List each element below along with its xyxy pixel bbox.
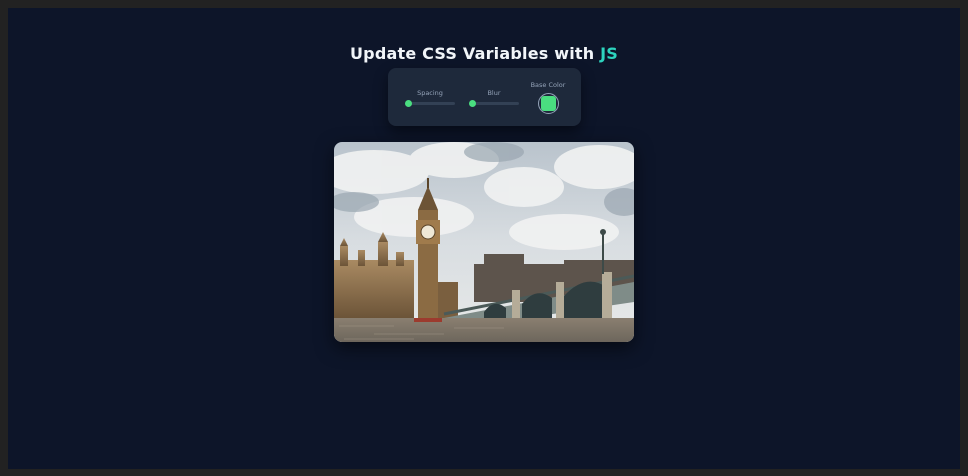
spacing-label: Spacing [417,89,443,97]
base-color-swatch [541,96,556,111]
blur-label: Blur [487,89,501,97]
page-title-text: Update CSS Variables with [349,44,601,63]
blur-slider-thumb[interactable] [468,100,476,107]
base-color-picker[interactable] [538,93,559,114]
landmark-photo [334,142,634,342]
big-ben-photo-illustration [334,142,634,342]
page-canvas: Update CSS Variables with JS Spacing Blu… [8,8,960,469]
spacing-slider[interactable] [404,100,455,107]
blur-slider[interactable] [468,100,519,107]
spacing-slider-thumb[interactable] [404,100,412,107]
page-title-accent: JS [600,44,619,63]
base-color-label: Base Color [530,81,566,89]
controls-panel: Spacing Blur Base Color [388,68,581,126]
page-title: Update CSS Variables with JS [8,44,960,63]
